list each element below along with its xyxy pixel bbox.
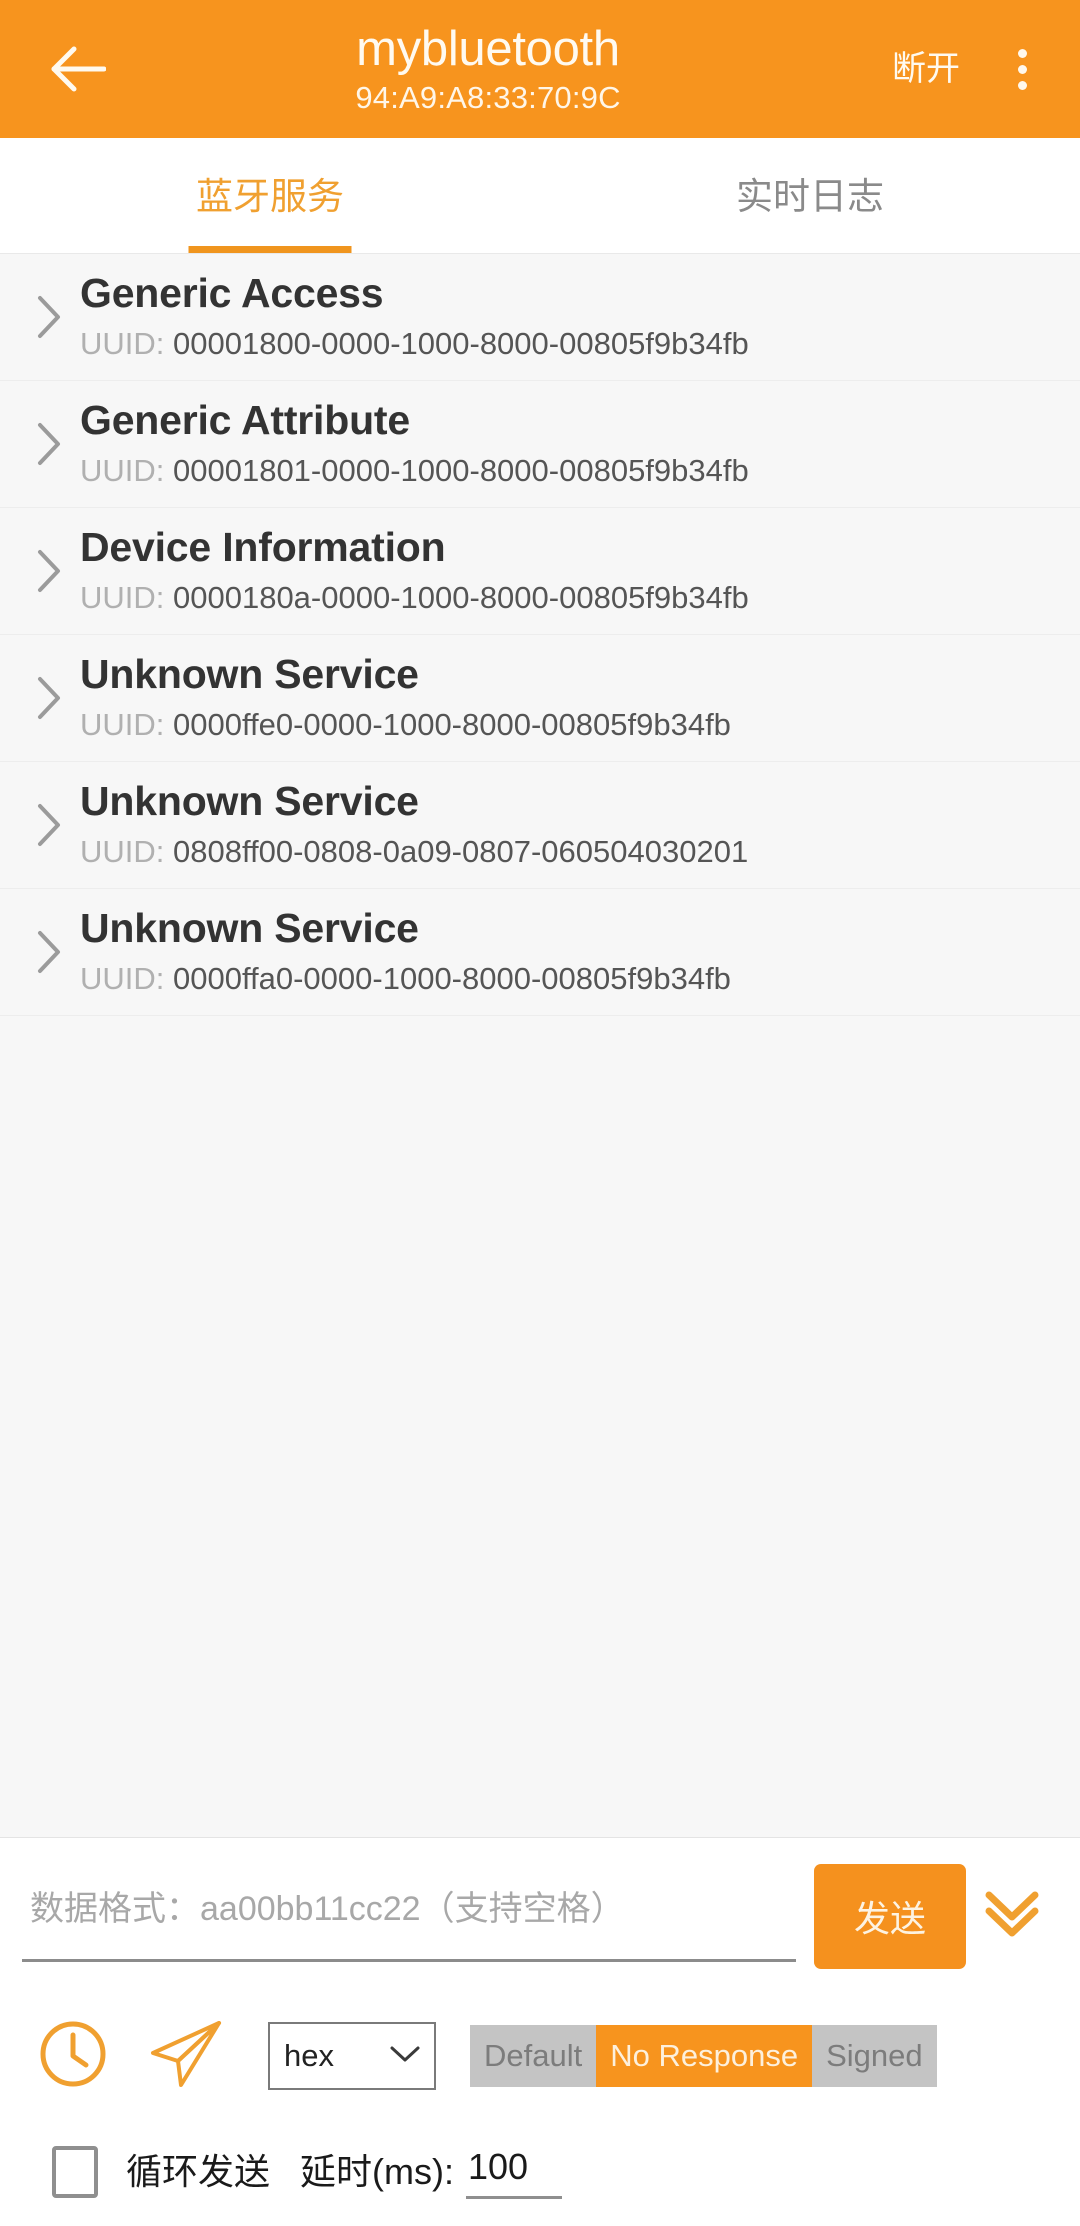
service-uuid: UUID: 0000180a-0000-1000-8000-00805f9b34… <box>80 577 1060 619</box>
overflow-menu-button[interactable] <box>990 24 1054 114</box>
service-name: Unknown Service <box>80 650 419 697</box>
service-list-item[interactable]: Unknown Service UUID: 0808ff00-0808-0a09… <box>0 762 1080 889</box>
service-item-body: Unknown Service UUID: 0000ffa0-0000-1000… <box>80 903 1060 1002</box>
service-name: Device Information <box>80 523 446 570</box>
chevron-right-icon <box>18 548 80 594</box>
service-uuid-value: 00001801-0000-1000-8000-00805f9b34fb <box>173 452 749 488</box>
service-list-item[interactable]: Generic Attribute UUID: 00001801-0000-10… <box>0 381 1080 508</box>
send-button[interactable]: 发送 <box>814 1863 966 1969</box>
service-list[interactable]: Generic Access UUID: 00001800-0000-1000-… <box>0 254 1080 1837</box>
service-name: Generic Access <box>80 269 384 316</box>
service-list-item[interactable]: Unknown Service UUID: 0000ffa0-0000-1000… <box>0 889 1080 1016</box>
service-uuid-label: UUID: <box>80 833 173 869</box>
tab-realtime-log[interactable]: 实时日志 <box>540 138 1080 253</box>
collapse-panel-button[interactable] <box>966 1864 1058 1969</box>
service-name: Unknown Service <box>80 904 419 951</box>
tab-label: 蓝牙服务 <box>196 175 344 217</box>
more-vertical-icon-dot <box>1017 64 1027 74</box>
service-uuid-value: 0808ff00-0808-0a09-0807-060504030201 <box>173 833 749 869</box>
service-list-item[interactable]: Unknown Service UUID: 0000ffe0-0000-1000… <box>0 635 1080 762</box>
tab-label: 实时日志 <box>736 175 884 217</box>
tab-bar: 蓝牙服务 实时日志 <box>0 138 1080 254</box>
service-uuid: UUID: 0000ffe0-0000-1000-8000-00805f9b34… <box>80 704 1060 746</box>
chevron-right-icon <box>18 294 80 340</box>
service-item-body: Unknown Service UUID: 0808ff00-0808-0a09… <box>80 776 1060 875</box>
service-uuid-label: UUID: <box>80 452 173 488</box>
more-vertical-icon-dot <box>1017 80 1027 90</box>
more-vertical-icon-dot <box>1017 48 1027 58</box>
delay-label: 延时(ms): <box>300 2151 454 2192</box>
chevron-right-icon <box>18 929 80 975</box>
service-item-body: Generic Access UUID: 00001800-0000-1000-… <box>80 268 1060 367</box>
data-input[interactable] <box>22 1870 796 1962</box>
service-uuid-value: 00001800-0000-1000-8000-00805f9b34fb <box>173 325 749 361</box>
chevron-right-icon <box>18 675 80 721</box>
quick-send-button[interactable] <box>144 2013 230 2099</box>
service-name: Generic Attribute <box>80 396 410 443</box>
service-uuid-value: 0000ffa0-0000-1000-8000-00805f9b34fb <box>173 960 731 996</box>
service-uuid-value: 0000ffe0-0000-1000-8000-00805f9b34fb <box>173 706 731 742</box>
write-mode-option-default[interactable]: Default <box>470 2025 596 2087</box>
tab-active-indicator <box>188 246 352 253</box>
paper-plane-icon <box>147 2017 227 2096</box>
service-list-item[interactable]: Device Information UUID: 0000180a-0000-1… <box>0 508 1080 635</box>
clock-icon <box>36 2017 110 2096</box>
write-mode-option-signed[interactable]: Signed <box>812 2025 937 2087</box>
loop-send-label: 循环发送 <box>126 2151 271 2192</box>
data-format-value: hex <box>284 2038 334 2073</box>
write-mode-option-no-response[interactable]: No Response <box>596 2025 813 2087</box>
chevron-down-icon <box>388 2043 422 2070</box>
service-uuid-label: UUID: <box>80 325 173 361</box>
service-item-body: Generic Attribute UUID: 00001801-0000-10… <box>80 395 1060 494</box>
service-uuid-label: UUID: <box>80 960 173 996</box>
bluetooth-service-screen: mybluetooth 94:A9:A8:33:70:9C 断开 蓝牙服务 实时… <box>0 0 1080 2226</box>
service-list-item[interactable]: Generic Access UUID: 00001800-0000-1000-… <box>0 254 1080 381</box>
service-name: Unknown Service <box>80 777 419 824</box>
history-button[interactable] <box>30 2013 116 2099</box>
send-panel: 发送 <box>0 1837 1080 2226</box>
device-mac-address: 94:A9:A8:33:70:9C <box>355 79 621 115</box>
service-uuid: UUID: 00001801-0000-1000-8000-00805f9b34… <box>80 450 1060 492</box>
loop-send-checkbox[interactable] <box>52 2146 98 2198</box>
device-title-block: mybluetooth 94:A9:A8:33:70:9C <box>90 21 876 118</box>
send-options-row: hex Default No Response Signed <box>22 1994 1058 2118</box>
service-item-body: Unknown Service UUID: 0000ffe0-0000-1000… <box>80 649 1060 748</box>
service-uuid-label: UUID: <box>80 579 173 615</box>
service-uuid: UUID: 0808ff00-0808-0a09-0807-0605040302… <box>80 831 1060 873</box>
loop-send-row: 循环发送 延时(ms): <box>22 2118 1058 2226</box>
chevron-right-icon <box>18 802 80 848</box>
service-uuid-label: UUID: <box>80 706 173 742</box>
write-mode-segmented-control: Default No Response Signed <box>470 2025 937 2087</box>
tab-bluetooth-services[interactable]: 蓝牙服务 <box>0 138 540 253</box>
service-uuid-value: 0000180a-0000-1000-8000-00805f9b34fb <box>173 579 749 615</box>
send-row: 发送 <box>22 1838 1058 1994</box>
service-uuid: UUID: 0000ffa0-0000-1000-8000-00805f9b34… <box>80 958 1060 1000</box>
data-format-select[interactable]: hex <box>268 2022 436 2090</box>
service-item-body: Device Information UUID: 0000180a-0000-1… <box>80 522 1060 621</box>
service-list-empty-area <box>0 1016 1080 1837</box>
chevron-double-down-icon <box>981 1885 1043 1948</box>
chevron-right-icon <box>18 421 80 467</box>
page-title: mybluetooth <box>356 21 620 76</box>
app-bar: mybluetooth 94:A9:A8:33:70:9C 断开 <box>0 0 1080 138</box>
service-uuid: UUID: 00001800-0000-1000-8000-00805f9b34… <box>80 323 1060 365</box>
delay-input[interactable] <box>465 2145 562 2199</box>
disconnect-button[interactable]: 断开 <box>876 35 976 103</box>
